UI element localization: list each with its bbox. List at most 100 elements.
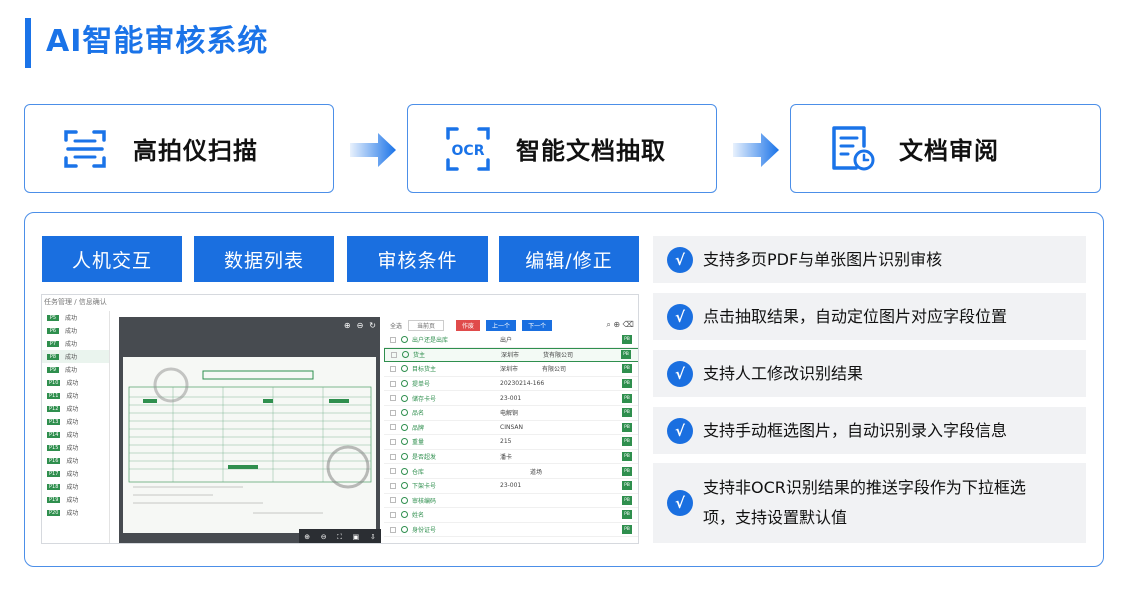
row-checkbox[interactable]: [391, 351, 397, 358]
document-review-icon: [823, 121, 879, 177]
row-checkbox[interactable]: [390, 424, 396, 431]
list-item[interactable]: P15 成功: [42, 441, 109, 454]
table-row[interactable]: 重量 215 PB: [384, 435, 638, 450]
table-row[interactable]: 货主 深圳市 货有限公司 PB: [384, 347, 638, 363]
page-tag: P7: [47, 340, 59, 347]
flow-step-label: 智能文档抽取: [516, 137, 666, 165]
page-select[interactable]: 当前页: [408, 319, 445, 331]
field-value[interactable]: 深圳市 有限公司: [500, 364, 638, 373]
page-tag: P8: [47, 353, 59, 360]
list-item[interactable]: P17 成功: [42, 467, 109, 480]
field-value[interactable]: 潘卡: [500, 452, 638, 461]
crop-icon[interactable]: ▣: [353, 533, 360, 541]
fit-icon[interactable]: ⛶: [337, 533, 342, 542]
page-tag: P13: [47, 418, 61, 425]
page-tag: P14: [47, 431, 61, 438]
status-ok-icon: [401, 394, 408, 402]
tab-review-conditions[interactable]: 审核条件: [347, 236, 488, 282]
select-all-checkbox[interactable]: 全选: [390, 321, 402, 330]
list-item[interactable]: P5 成功: [42, 311, 109, 324]
table-row[interactable]: 是否超发 潘卡 PB: [384, 450, 638, 465]
table-row[interactable]: 储存卡号 23-001 PB: [384, 391, 638, 406]
table-row[interactable]: 目标货主 深圳市 有限公司 PB: [384, 362, 638, 377]
tab-data-list[interactable]: 数据列表: [194, 236, 334, 282]
list-item[interactable]: P11 成功: [42, 389, 109, 402]
next-button[interactable]: 下一个: [522, 319, 553, 331]
row-checkbox[interactable]: [390, 395, 396, 402]
row-checkbox[interactable]: [390, 380, 396, 387]
list-item[interactable]: P16 成功: [42, 454, 109, 467]
feature-text: 支持手动框选图片，自动识别录入字段信息: [703, 420, 1008, 440]
list-item[interactable]: P7 成功: [42, 337, 109, 350]
row-checkbox[interactable]: [390, 468, 396, 475]
zoom-in-icon[interactable]: ⊕: [304, 533, 310, 541]
row-checkbox[interactable]: [390, 497, 396, 504]
list-item[interactable]: P8 成功: [42, 350, 109, 363]
row-checkbox[interactable]: [390, 526, 396, 533]
field-name: 审核编码: [412, 497, 437, 505]
field-tag: PB: [622, 393, 632, 403]
row-checkbox[interactable]: [390, 511, 396, 518]
prev-button[interactable]: 上一个: [486, 319, 517, 331]
list-item[interactable]: P20 成功: [42, 506, 109, 519]
field-tag: PB: [622, 510, 632, 520]
image-viewer: ⊕ ⊖ ↻ ⊕ ⊖ ⛶ ▣ ⇩: [119, 317, 381, 543]
field-value[interactable]: CINSAN: [500, 424, 638, 431]
table-row[interactable]: 下架卡号 23-001 PB: [384, 479, 638, 494]
feature-item: √ 支持多页PDF与单张图片识别审核: [653, 236, 1086, 283]
viewer-toolbar: ⊕ ⊖ ↻: [344, 321, 376, 330]
list-item[interactable]: P14 成功: [42, 428, 109, 441]
field-name: 提单号: [412, 381, 431, 389]
tab-edit-correct[interactable]: 编辑/修正: [499, 236, 639, 282]
row-checkbox[interactable]: [390, 453, 396, 460]
zoom-out-icon[interactable]: ⊖: [321, 533, 327, 541]
table-row[interactable]: 品牌 CINSAN PB: [384, 421, 638, 436]
row-checkbox[interactable]: [390, 365, 396, 372]
row-checkbox[interactable]: [390, 482, 396, 489]
check-icon: √: [667, 417, 693, 444]
download-icon[interactable]: ⇩: [370, 533, 376, 541]
table-row[interactable]: 品名 电解铜 PB: [384, 406, 638, 421]
check-icon: √: [667, 303, 693, 330]
field-name: 出户还是出库: [412, 337, 449, 345]
field-value[interactable]: 20230214-166: [500, 380, 638, 387]
list-item[interactable]: P9 成功: [42, 363, 109, 376]
row-checkbox[interactable]: [390, 336, 396, 343]
list-item[interactable]: P18 成功: [42, 480, 109, 493]
field-value[interactable]: 电解铜: [500, 408, 638, 417]
field-tag: PB: [622, 452, 632, 462]
flow-step-review: 文档审阅: [790, 104, 1101, 193]
list-item[interactable]: P6 成功: [42, 324, 109, 337]
tab-human-interaction[interactable]: 人机交互: [42, 236, 182, 282]
field-value[interactable]: 深圳市 货有限公司: [501, 350, 638, 359]
table-row[interactable]: 审核编码 PB: [384, 494, 638, 509]
feature-item: √ 支持非OCR识别结果的推送字段作为下拉框选 项，支持设置默认值: [653, 463, 1086, 543]
field-value[interactable]: 215: [500, 438, 638, 445]
table-row[interactable]: 仓库 道场 PB: [384, 464, 638, 479]
field-name: 仓库: [412, 468, 425, 476]
list-item[interactable]: P12 成功: [42, 402, 109, 415]
search-icon[interactable]: ⌕ ⊕ ⌫: [606, 320, 634, 330]
table-row[interactable]: 出户还是出库 出户 PB: [384, 333, 638, 348]
list-item[interactable]: P19 成功: [42, 493, 109, 506]
page-status: 成功: [65, 315, 78, 322]
page-status: 成功: [66, 484, 79, 491]
row-checkbox[interactable]: [390, 438, 396, 445]
field-tag: PB: [622, 364, 632, 374]
field-name: 下架卡号: [412, 483, 437, 491]
row-checkbox[interactable]: [390, 409, 396, 416]
void-button[interactable]: 作废: [456, 319, 481, 331]
zoom-out-icon[interactable]: ⊖: [357, 321, 364, 330]
list-item[interactable]: P13 成功: [42, 415, 109, 428]
zoom-in-icon[interactable]: ⊕: [344, 321, 351, 330]
field-value[interactable]: 23-001: [500, 482, 638, 489]
table-row[interactable]: 身份证号 PB: [384, 523, 638, 538]
list-item[interactable]: P10 成功: [42, 376, 109, 389]
rotate-icon[interactable]: ↻: [369, 321, 376, 330]
field-value[interactable]: 道场: [500, 467, 638, 476]
table-row[interactable]: 姓名 PB: [384, 508, 638, 523]
field-value[interactable]: 出户: [500, 335, 638, 344]
field-name: 品名: [412, 410, 425, 418]
table-row[interactable]: 提单号 20230214-166 PB: [384, 377, 638, 392]
field-value[interactable]: 23-001: [500, 395, 638, 402]
